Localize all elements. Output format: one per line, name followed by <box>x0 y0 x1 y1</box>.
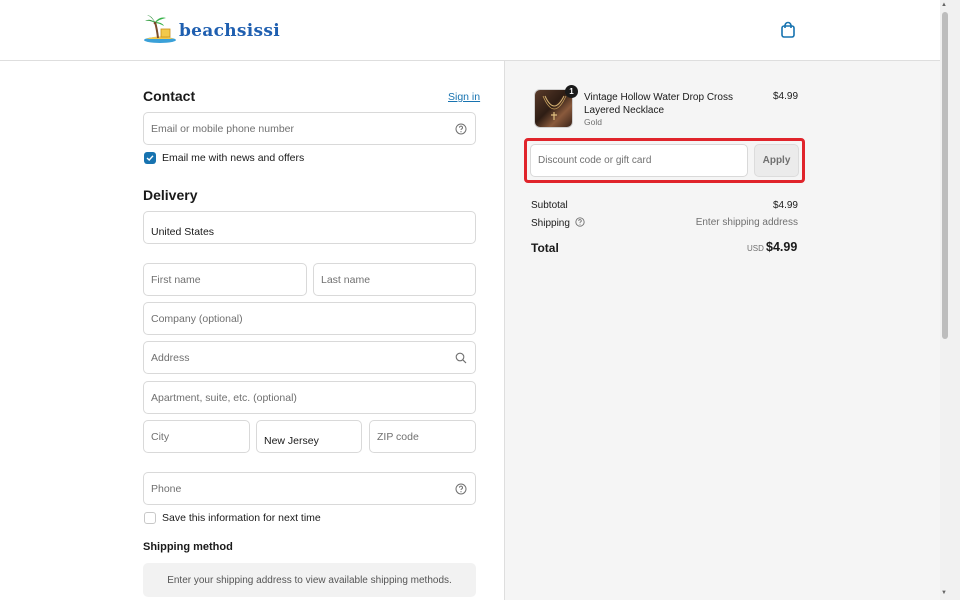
sign-in-link[interactable]: Sign in <box>448 91 480 103</box>
company-field[interactable]: Company (optional) <box>143 302 476 335</box>
shopping-bag-icon[interactable] <box>779 21 797 39</box>
contact-heading: Contact <box>143 88 196 104</box>
phone-field[interactable]: Phone <box>143 472 476 505</box>
company-placeholder: Company (optional) <box>151 313 243 325</box>
last-name-placeholder: Last name <box>321 274 371 286</box>
order-summary: 1 Vintage Hollow Water Drop Cross Layere… <box>504 61 940 600</box>
product-price: $4.99 <box>773 91 799 102</box>
total-currency: USD <box>747 244 764 253</box>
checkmark-icon <box>146 155 154 161</box>
product-name: Vintage Hollow Water Drop Cross Layered … <box>584 92 733 116</box>
apply-discount-button[interactable]: Apply <box>754 144 799 177</box>
city-placeholder: City <box>151 431 170 443</box>
subtotal-label: Subtotal <box>531 200 568 211</box>
last-name-field[interactable]: Last name <box>313 263 476 296</box>
email-news-checkbox-row[interactable]: Email me with news and offers <box>144 152 304 164</box>
question-circle-icon[interactable] <box>455 123 467 135</box>
subtotal-row: Subtotal $4.99 <box>531 200 798 211</box>
shipping-value: Enter shipping address <box>695 217 798 228</box>
shipping-row: Shipping Enter shipping address <box>531 217 798 229</box>
search-icon <box>455 352 467 364</box>
email-news-label: Email me with news and offers <box>162 152 305 164</box>
email-news-checkbox[interactable] <box>144 152 156 164</box>
header: beachsissi <box>0 0 940 61</box>
zip-placeholder: ZIP code <box>377 431 419 443</box>
apartment-field[interactable]: Apartment, suite, etc. (optional) <box>143 381 476 414</box>
phone-placeholder: Phone <box>151 483 182 495</box>
delivery-heading: Delivery <box>143 187 198 203</box>
state-value: New Jersey <box>264 435 319 447</box>
country-value: United States <box>151 226 215 238</box>
discount-code-input[interactable]: Discount code or gift card <box>530 144 748 177</box>
shipping-label: Shipping <box>531 218 570 229</box>
shipping-method-heading: Shipping method <box>143 541 233 553</box>
zip-field[interactable]: ZIP code <box>369 420 476 453</box>
total-value: $4.99 <box>766 240 798 254</box>
city-field[interactable]: City <box>143 420 250 453</box>
apartment-placeholder: Apartment, suite, etc. (optional) <box>151 392 297 404</box>
shipping-method-notice-text: Enter your shipping address to view avai… <box>167 574 452 586</box>
palm-tree-icon <box>144 15 176 43</box>
scrollbar-thumb[interactable] <box>942 12 948 339</box>
email-field[interactable]: Email or mobile phone number <box>143 112 476 145</box>
subtotal-value: $4.99 <box>772 200 798 211</box>
save-info-checkbox-row[interactable]: Save this information for next time <box>144 512 321 524</box>
country-select[interactable]: United States <box>143 211 476 244</box>
state-select[interactable]: New Jersey <box>256 420 362 453</box>
question-circle-icon[interactable] <box>575 217 585 227</box>
quantity-badge: 1 <box>565 85 578 98</box>
shipping-method-notice: Enter your shipping address to view avai… <box>143 563 476 597</box>
product-variant: Gold <box>584 117 602 127</box>
save-info-label: Save this information for next time <box>162 512 321 524</box>
first-name-field[interactable]: First name <box>143 263 307 296</box>
total-label: Total <box>531 241 559 255</box>
first-name-placeholder: First name <box>151 274 201 286</box>
save-info-checkbox[interactable] <box>144 512 156 524</box>
discount-placeholder: Discount code or gift card <box>538 155 652 166</box>
checkout-form: Contact Sign in Email or mobile phone nu… <box>0 61 504 600</box>
address-placeholder: Address <box>151 352 190 364</box>
scroll-down-arrow-icon[interactable]: ▼ <box>941 590 947 596</box>
logo-text: beachsissi <box>179 21 281 41</box>
store-logo[interactable]: beachsissi <box>143 14 280 44</box>
address-field[interactable]: Address <box>143 341 476 374</box>
question-circle-icon[interactable] <box>455 483 467 495</box>
scroll-up-arrow-icon[interactable]: ▲ <box>941 2 947 8</box>
email-placeholder: Email or mobile phone number <box>151 123 294 135</box>
